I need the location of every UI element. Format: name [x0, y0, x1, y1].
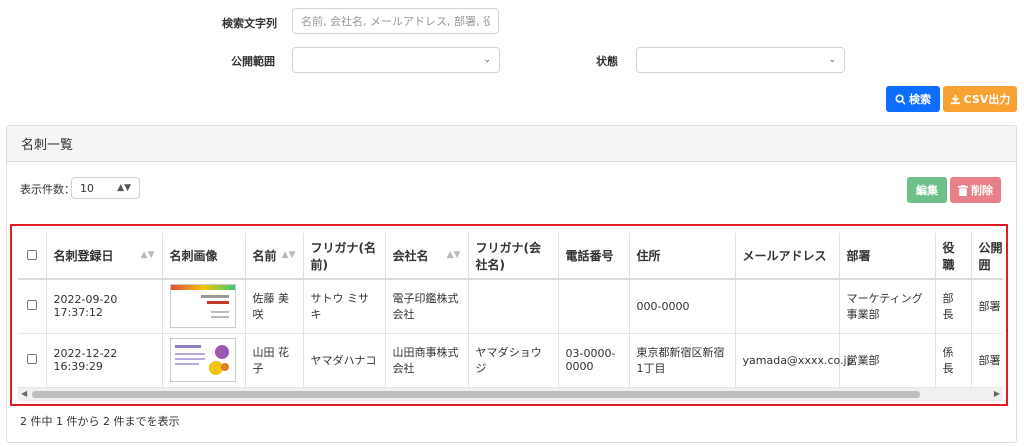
edit-button-label: 編集 — [916, 184, 938, 197]
search-button[interactable]: 検索 — [886, 86, 940, 112]
keyword-placeholder: 名前, 会社名, メールアドレス, 部署, 役職 — [301, 15, 490, 28]
status-select[interactable]: ⌄ — [636, 47, 845, 73]
trash-icon — [958, 184, 968, 196]
status-label: 状態 — [596, 55, 618, 68]
page-size-label: 表示件数： — [20, 183, 75, 196]
search-icon — [895, 93, 906, 105]
delete-button[interactable]: 削除 — [950, 177, 1001, 203]
csv-export-button[interactable]: CSV出力 — [943, 86, 1017, 112]
keyword-label: 検索文字列 — [222, 17, 277, 30]
page-size-select[interactable]: 10 ▲▼ — [71, 177, 140, 199]
keyword-input[interactable]: 名前, 会社名, メールアドレス, 部署, 役職 — [292, 8, 499, 34]
scope-select[interactable]: ⌄ — [292, 47, 500, 73]
download-icon — [950, 94, 960, 104]
edit-button[interactable]: 編集 — [907, 177, 947, 203]
scope-label: 公開範囲 — [231, 55, 275, 68]
csv-button-label: CSV出力 — [963, 93, 1011, 106]
table-info-text: 2 件中 1 件から 2 件までを表示 — [20, 415, 180, 428]
panel-title: 名刺一覧 — [7, 126, 1016, 162]
chevron-down-icon: ⌄ — [483, 55, 491, 65]
sort-icon: ▲▼ — [117, 183, 131, 193]
delete-button-label: 削除 — [971, 184, 993, 197]
page-size-value: 10 — [80, 181, 94, 195]
highlight-border — [10, 224, 1008, 406]
search-button-label: 検索 — [909, 93, 931, 106]
chevron-down-icon: ⌄ — [828, 55, 836, 65]
